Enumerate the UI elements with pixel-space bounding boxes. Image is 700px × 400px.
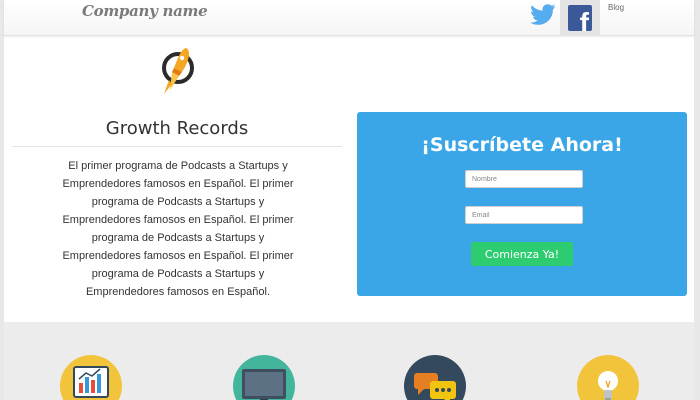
lightbulb-icon <box>577 355 639 400</box>
company-name[interactable]: Company name <box>82 2 208 20</box>
twitter-icon <box>530 4 556 25</box>
features-band <box>4 322 694 400</box>
title-divider <box>12 146 342 147</box>
chat-bubbles-icon <box>404 355 466 400</box>
page-title: Growth Records <box>105 118 249 139</box>
facebook-icon: f <box>568 5 592 31</box>
subscribe-title: ¡Suscríbete Ahora! <box>421 134 623 156</box>
site-header: Company name f Blog <box>4 0 694 36</box>
monitor-icon <box>233 355 295 400</box>
chart-board-icon <box>60 355 122 400</box>
intro-text: El primer programa de Podcasts a Startup… <box>62 160 294 298</box>
name-field[interactable] <box>465 170 583 188</box>
email-field[interactable] <box>465 206 583 224</box>
start-button[interactable]: Comienza Ya! <box>471 242 573 266</box>
facebook-link[interactable]: f <box>560 0 600 36</box>
nav-blog-link[interactable]: Blog <box>608 3 624 12</box>
rocket-icon <box>160 46 196 98</box>
twitter-link[interactable] <box>528 0 558 30</box>
page-frame-right <box>694 0 700 400</box>
subscribe-panel: ¡Suscríbete Ahora! Comienza Ya! <box>357 112 687 296</box>
